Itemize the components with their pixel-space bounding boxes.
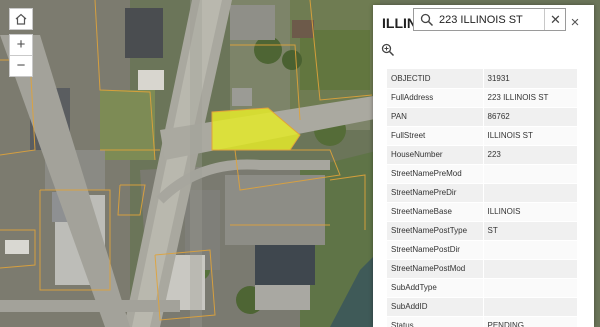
attribute-key: OBJECTID <box>387 69 484 89</box>
attribute-value: 31931 <box>483 69 577 89</box>
home-icon <box>15 13 27 25</box>
attribute-value <box>483 259 577 279</box>
attribute-row: StreetNamePostType ST <box>387 221 577 241</box>
zoom-out-button[interactable]: − <box>9 55 33 77</box>
attribute-value: 86762 <box>483 107 577 127</box>
attribute-value <box>483 164 577 184</box>
search-icon <box>420 13 434 27</box>
attribute-row: FullStreet ILLINOIS ST <box>387 126 577 146</box>
attribute-key: StreetNamePostType <box>387 221 484 241</box>
home-button[interactable] <box>9 8 33 30</box>
attribute-key: FullAddress <box>387 88 484 108</box>
attribute-value <box>483 240 577 260</box>
attribute-row: Status PENDING <box>387 316 577 327</box>
clear-search-button[interactable]: ✕ <box>544 9 566 30</box>
attribute-value: 223 <box>483 145 577 165</box>
attribute-key: PAN <box>387 107 484 127</box>
attribute-row: SubAddType <box>387 278 577 298</box>
attribute-row: StreetNamePreMod <box>387 164 577 184</box>
attribute-table: OBJECTID 31931 FullAddress 223 ILLINOIS ST P… <box>387 69 577 327</box>
attribute-row: StreetNamePostDir <box>387 240 577 260</box>
attribute-key: Status <box>387 316 484 327</box>
attribute-value: ILLINOIS ST <box>483 126 577 146</box>
attribute-row: StreetNamePreDir <box>387 183 577 203</box>
attribute-key: StreetNameBase <box>387 202 484 222</box>
close-popup-button[interactable]: × <box>567 15 583 31</box>
attribute-value <box>483 278 577 298</box>
zoom-in-button[interactable]: + <box>9 34 33 56</box>
attribute-key: HouseNumber <box>387 145 484 165</box>
attribute-key: StreetNamePostDir <box>387 240 484 260</box>
attribute-row: OBJECTID 31931 <box>387 69 577 89</box>
attribute-value: ST <box>483 221 577 241</box>
attribute-value <box>483 297 577 317</box>
attribute-key: FullStreet <box>387 126 484 146</box>
attribute-key: StreetNamePreMod <box>387 164 484 184</box>
attribute-value: ILLINOIS <box>483 202 577 222</box>
attribute-row: SubAddID <box>387 297 577 317</box>
attribute-value <box>483 183 577 203</box>
attribute-row: PAN 86762 <box>387 107 577 127</box>
attribute-value: 223 ILLINOIS ST <box>483 88 577 108</box>
search-box[interactable]: ✕ <box>413 8 566 31</box>
attribute-row: FullAddress 223 ILLINOIS ST <box>387 88 577 108</box>
feature-popup: ILLINOIS × OBJECTID31931FullAddress223 I… <box>373 5 594 327</box>
attribute-value: PENDING <box>483 316 577 327</box>
search-input[interactable] <box>439 11 539 29</box>
attribute-row: HouseNumber 223 <box>387 145 577 165</box>
zoom-to-icon[interactable] <box>381 43 395 57</box>
attribute-key: SubAddID <box>387 297 484 317</box>
attribute-row: StreetNamePostMod <box>387 259 577 279</box>
attribute-key: StreetNamePreDir <box>387 183 484 203</box>
attribute-key: StreetNamePostMod <box>387 259 484 279</box>
attribute-key: SubAddType <box>387 278 484 298</box>
attribute-row: StreetNameBase ILLINOIS <box>387 202 577 222</box>
